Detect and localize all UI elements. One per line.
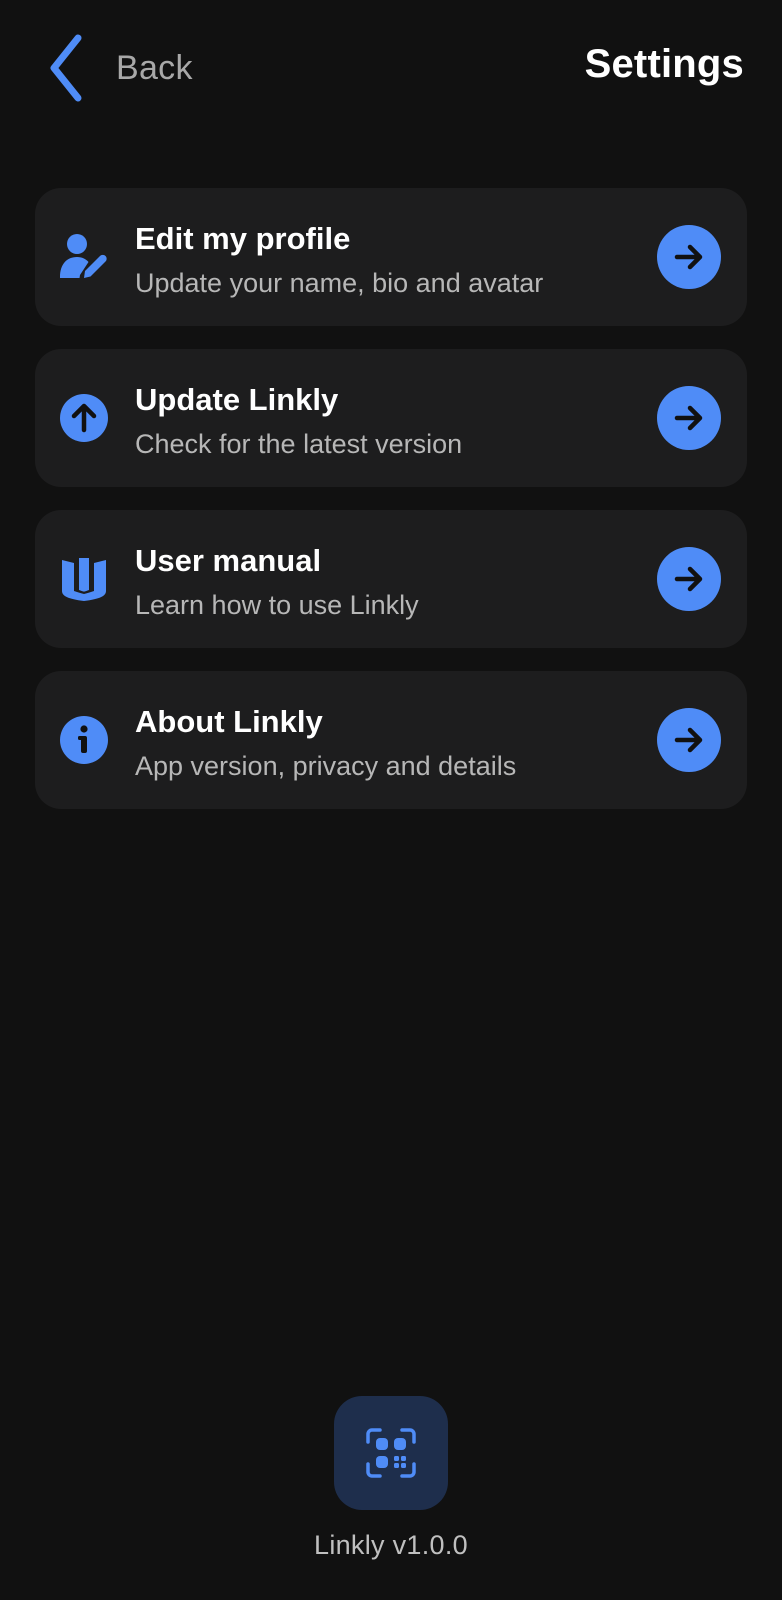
settings-item-edit-profile[interactable]: Edit my profile Update your name, bio an… — [35, 188, 747, 326]
item-title: Edit my profile — [135, 221, 351, 256]
settings-list: Edit my profile Update your name, bio an… — [35, 188, 747, 832]
arrow-right-icon — [674, 566, 703, 592]
chevron-left-icon — [50, 34, 82, 102]
arrow-right-button[interactable] — [657, 225, 721, 289]
arrow-right-button[interactable] — [657, 386, 721, 450]
arrow-right-button[interactable] — [657, 547, 721, 611]
item-title: About Linkly — [135, 704, 323, 739]
header: Back Settings — [0, 0, 782, 140]
edit-profile-icon — [57, 230, 111, 284]
back-label: Back — [116, 48, 193, 87]
settings-item-user-manual[interactable]: User manual Learn how to use Linkly — [35, 510, 747, 648]
item-subtitle: Learn how to use Linkly — [135, 590, 419, 620]
update-arrow-icon — [57, 391, 111, 445]
page-title: Settings — [584, 42, 744, 86]
settings-item-update[interactable]: Update Linkly Check for the latest versi… — [35, 349, 747, 487]
item-title: Update Linkly — [135, 382, 339, 417]
app-logo — [334, 1396, 448, 1510]
back-button[interactable]: Back — [46, 30, 193, 106]
item-subtitle: Update your name, bio and avatar — [135, 268, 544, 298]
arrow-right-icon — [674, 727, 703, 753]
manual-book-icon — [57, 552, 111, 606]
item-title: User manual — [135, 543, 322, 578]
item-subtitle: Check for the latest version — [135, 429, 463, 459]
arrow-right-button[interactable] — [657, 708, 721, 772]
arrow-right-icon — [674, 405, 703, 431]
footer: Linkly v1.0.0 — [0, 1396, 782, 1561]
app-version: Linkly v1.0.0 — [314, 1530, 468, 1560]
item-subtitle: App version, privacy and details — [135, 751, 517, 781]
settings-item-about[interactable]: About Linkly App version, privacy and de… — [35, 671, 747, 809]
arrow-right-icon — [674, 244, 703, 270]
qr-scan-icon — [366, 1428, 416, 1478]
info-icon — [57, 713, 111, 767]
